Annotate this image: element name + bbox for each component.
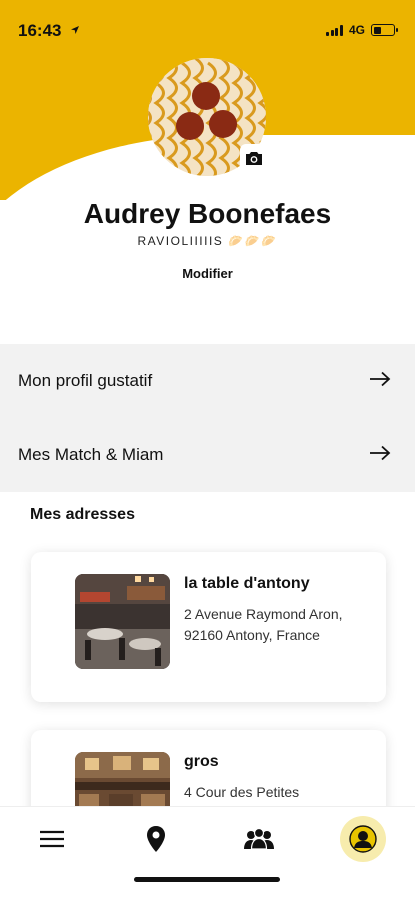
group-icon[interactable] <box>237 817 281 861</box>
menu-item-taste-profile[interactable]: Mon profil gustatif <box>0 344 415 418</box>
arrow-right-icon <box>369 445 391 466</box>
address-card[interactable]: la table d'antony 2 Avenue Raymond Aron,… <box>31 552 386 702</box>
status-indicators: 4G <box>326 23 398 37</box>
arrow-right-icon <box>369 371 391 392</box>
avatar-container[interactable] <box>148 58 268 176</box>
restaurant-name: la table d'antony <box>184 575 310 592</box>
edit-profile-link[interactable]: Modifier <box>0 266 415 281</box>
profile-name: Audrey Boonefaes <box>83 198 332 229</box>
restaurant-address: 4 Cour des Petites <box>184 784 300 800</box>
battery-icon <box>371 24 398 36</box>
menu-item-label: Mon profil gustatif <box>18 371 153 390</box>
user-profile-icon[interactable] <box>340 816 386 862</box>
status-bar: 16:43 4G <box>0 0 415 60</box>
addresses-section-title: Mes adresses <box>30 506 135 523</box>
location-arrow-icon <box>70 22 80 40</box>
camera-icon[interactable] <box>240 144 268 172</box>
profile-menu: Mon profil gustatif Mes Match & Miam <box>0 344 415 492</box>
restaurant-photo <box>75 574 170 669</box>
hamburger-menu-icon[interactable] <box>30 817 74 861</box>
network-type: 4G <box>348 23 365 37</box>
profile-bio: RAVIOLIIIIIS 🥟🥟🥟 <box>137 234 278 248</box>
menu-item-match-miam[interactable]: Mes Match & Miam <box>0 418 415 492</box>
restaurant-address: 2 Avenue Raymond Aron, 92160 Antony, Fra… <box>184 606 343 643</box>
restaurant-name: gros <box>184 753 219 770</box>
menu-item-label: Mes Match & Miam <box>18 445 164 464</box>
home-indicator <box>134 877 280 882</box>
map-pin-icon[interactable] <box>134 817 178 861</box>
status-time: 16:43 <box>18 21 62 40</box>
bottom-navigation <box>0 806 415 900</box>
signal-icon <box>326 24 343 36</box>
